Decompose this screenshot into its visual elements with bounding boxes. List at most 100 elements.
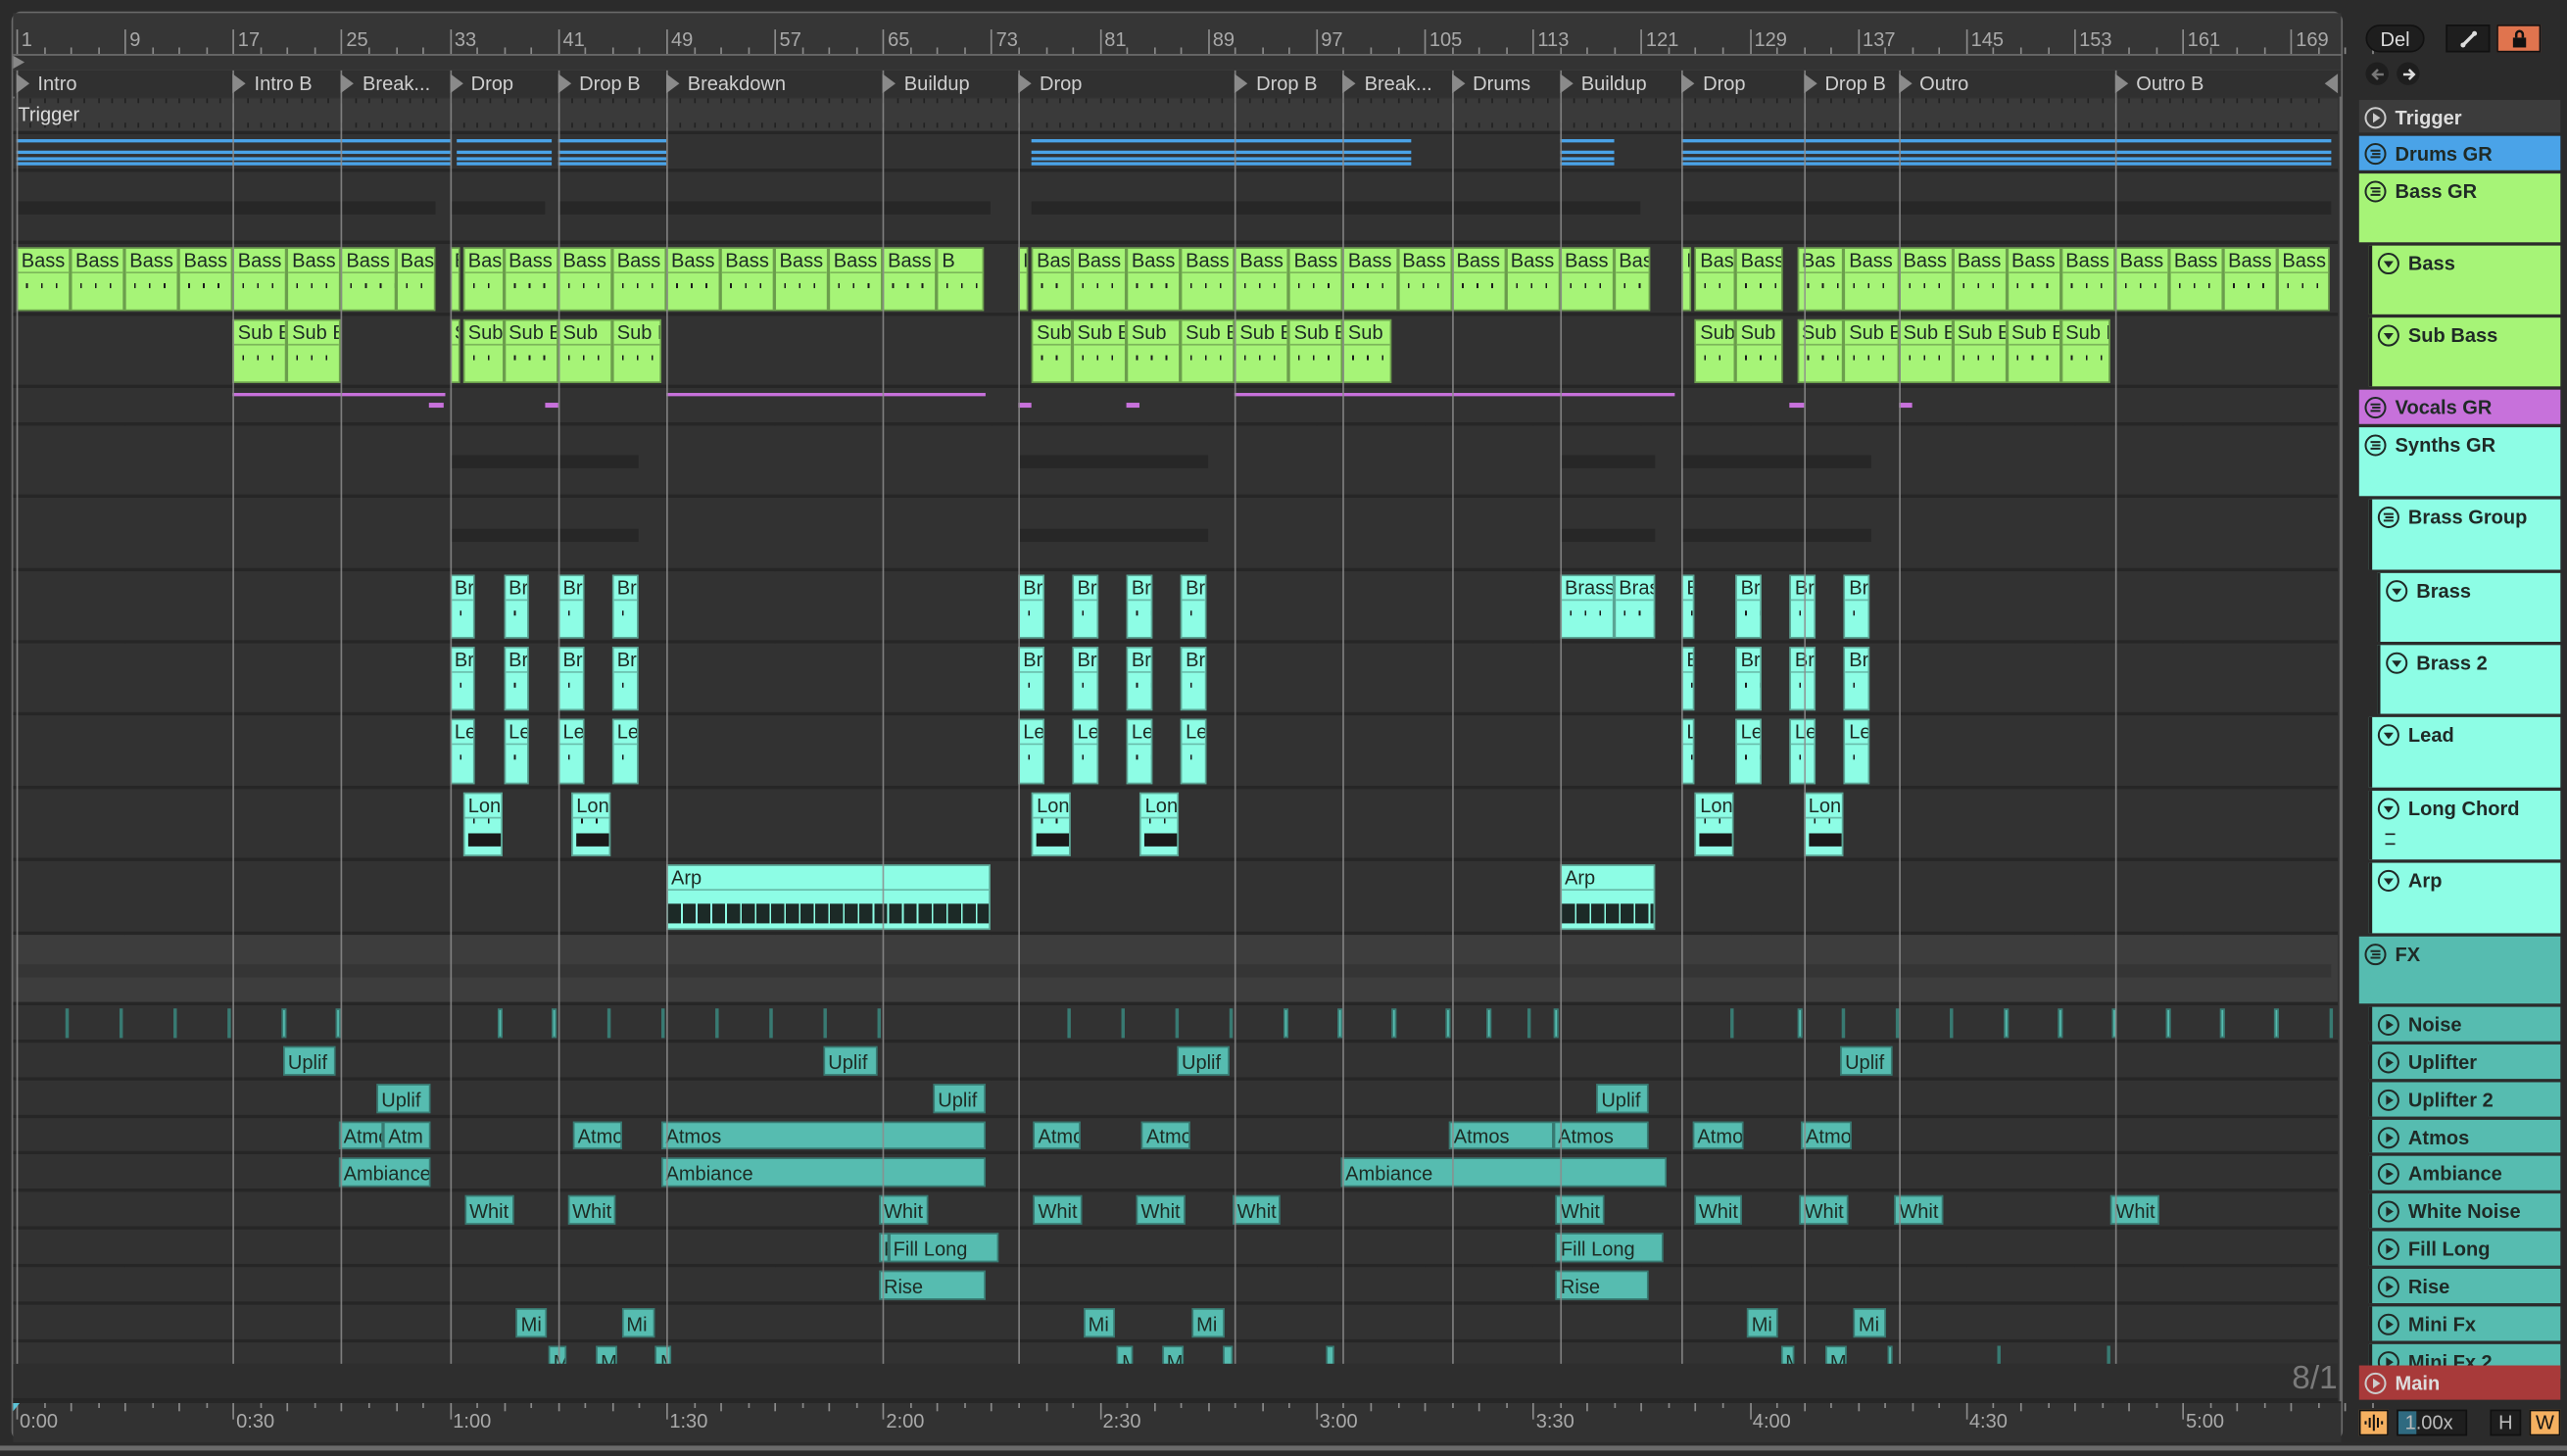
clip[interactable]: Atmos [660, 1121, 987, 1149]
clip[interactable]: Sub B [1844, 318, 1899, 383]
clip[interactable] [2220, 1008, 2225, 1039]
clip[interactable]: Bass [1505, 247, 1560, 312]
clip[interactable]: Sub B [287, 318, 342, 383]
clip[interactable]: Br [1072, 574, 1098, 639]
clip[interactable]: Mi [1161, 1345, 1184, 1364]
clip[interactable] [1841, 1008, 1846, 1039]
clip[interactable]: Atm [383, 1121, 431, 1149]
clip[interactable]: B [1681, 574, 1696, 639]
track-lane-noise[interactable] [13, 1004, 2339, 1043]
clip[interactable]: L [1681, 718, 1696, 785]
track-header-rise[interactable]: Rise [2368, 1268, 2561, 1304]
locator-flag-icon[interactable] [883, 73, 896, 94]
clip[interactable] [1284, 1008, 1288, 1039]
clip[interactable]: Fill Long [1555, 1233, 1664, 1263]
clip[interactable]: Bass [1844, 247, 1899, 312]
midi-fold-icon[interactable] [2377, 798, 2399, 820]
clip[interactable]: B [1681, 647, 1696, 711]
clip[interactable]: Br [504, 574, 530, 639]
clip[interactable]: Mi [1083, 1308, 1115, 1338]
locator-flag-icon[interactable] [2114, 73, 2128, 94]
loop-start-marker-icon[interactable] [13, 55, 25, 70]
clip[interactable]: Whit [1799, 1194, 1849, 1225]
clip[interactable]: Bass [557, 247, 612, 312]
locator[interactable]: Drop B [1235, 71, 1318, 97]
clip[interactable] [1121, 1008, 1126, 1039]
clip[interactable]: Br [449, 574, 476, 639]
clip[interactable]: Br [449, 647, 476, 711]
clip[interactable] [65, 1008, 70, 1039]
clip[interactable]: Bass [774, 247, 829, 312]
clip[interactable] [227, 1008, 232, 1039]
track-lane-brass2[interactable]: BrBrBrBrBrBrBrBrBBrBrBr [13, 643, 2339, 716]
clip[interactable]: Bass [1181, 247, 1235, 312]
clip[interactable] [2004, 1008, 2009, 1039]
clip[interactable]: Bass [124, 247, 179, 312]
clip[interactable]: Rise [878, 1270, 987, 1300]
clip[interactable]: Bas [1695, 247, 1736, 312]
play-icon[interactable] [2364, 1372, 2387, 1394]
track-header-synths[interactable]: Synths GR [2358, 427, 2561, 497]
clip[interactable]: Le [557, 718, 584, 785]
clip[interactable]: Lon [571, 792, 611, 856]
clip[interactable]: Bass [16, 247, 71, 312]
play-icon[interactable] [2364, 107, 2387, 129]
track-header-ambiance[interactable]: Ambiance [2368, 1155, 2561, 1190]
locator[interactable]: Outro [1898, 71, 1968, 97]
clip[interactable]: Mi [1853, 1308, 1887, 1338]
play-icon[interactable] [2377, 1013, 2399, 1037]
locator-flag-icon[interactable] [1803, 73, 1817, 94]
clip[interactable]: Atmo [572, 1121, 622, 1149]
clip[interactable]: Whit [567, 1194, 616, 1225]
clip[interactable]: Le [1018, 718, 1044, 785]
clip[interactable]: Bass [504, 247, 558, 312]
clip[interactable]: Bass [720, 247, 775, 312]
locator-flag-icon[interactable] [16, 73, 30, 94]
clip[interactable] [2107, 1345, 2111, 1364]
locator-row[interactable]: Intro Intro B Break... Drop Drop B Breakdown B… [13, 70, 2342, 97]
clip[interactable]: Atmo [1141, 1121, 1190, 1149]
clip[interactable]: M [1780, 1345, 1795, 1364]
clip[interactable]: Bass [1397, 247, 1452, 312]
locator-label[interactable]: Drop [471, 73, 513, 95]
clip[interactable] [1391, 1008, 1396, 1039]
loop-end-marker-icon[interactable] [2324, 73, 2339, 94]
clip[interactable] [335, 1008, 340, 1039]
clip[interactable]: Uplif [933, 1084, 987, 1114]
clip[interactable]: Sub E [1235, 318, 1289, 383]
clip[interactable]: Bass [178, 247, 233, 312]
automation-lines-icon[interactable] [2385, 833, 2396, 846]
clip[interactable]: Sub B [1288, 318, 1343, 383]
forward-button[interactable] [2397, 62, 2420, 85]
clip[interactable]: Br [1181, 647, 1207, 711]
play-icon[interactable] [2377, 1051, 2399, 1074]
clip[interactable]: Sub [1032, 318, 1073, 383]
locator-flag-icon[interactable] [665, 73, 680, 94]
track-lane-longchord[interactable]: Lon Lon Lon Lon Lon Lon [13, 789, 2339, 861]
play-icon[interactable] [2377, 1162, 2399, 1186]
play-icon[interactable] [2377, 1276, 2399, 1298]
clip[interactable]: Mi [1746, 1308, 1778, 1338]
track-lane-synths[interactable] [13, 425, 2339, 498]
time-ruler[interactable]: 0:00 0:30 1:00 1:30 2:00 2:30 3:00 3:30 4:00 4:30… [13, 1401, 2374, 1443]
track-header-noise[interactable]: Noise [2368, 1006, 2561, 1042]
clip[interactable] [1486, 1008, 1491, 1039]
locator[interactable]: Intro [16, 71, 77, 97]
clip[interactable] [2166, 1008, 2171, 1039]
clip[interactable]: Bass [2223, 247, 2278, 312]
clip[interactable]: Uplif [823, 1045, 878, 1076]
clip[interactable]: Bass [611, 247, 666, 312]
clip[interactable]: Uplif [1840, 1045, 1893, 1076]
clip[interactable]: Br [1844, 574, 1870, 639]
clip[interactable]: Bass [1614, 247, 1651, 312]
clip[interactable]: Bass [883, 247, 938, 312]
track-lane-atmos[interactable]: AtmoAtmAtmoAtmosAtmoAtmoAtmosAtmosAtmoAt… [13, 1118, 2339, 1154]
play-icon[interactable] [2377, 1313, 2399, 1335]
clip[interactable]: M [1117, 1345, 1134, 1364]
track-header-lead[interactable]: Lead [2368, 716, 2561, 788]
locator-label[interactable]: Drop B [579, 73, 640, 95]
clip[interactable] [1445, 1008, 1451, 1039]
track-lane-ambiance[interactable]: Ambiance Ambiance Ambiance [13, 1153, 2339, 1192]
clip[interactable]: Whit [464, 1194, 513, 1225]
clip[interactable]: Sub B [1342, 318, 1392, 383]
